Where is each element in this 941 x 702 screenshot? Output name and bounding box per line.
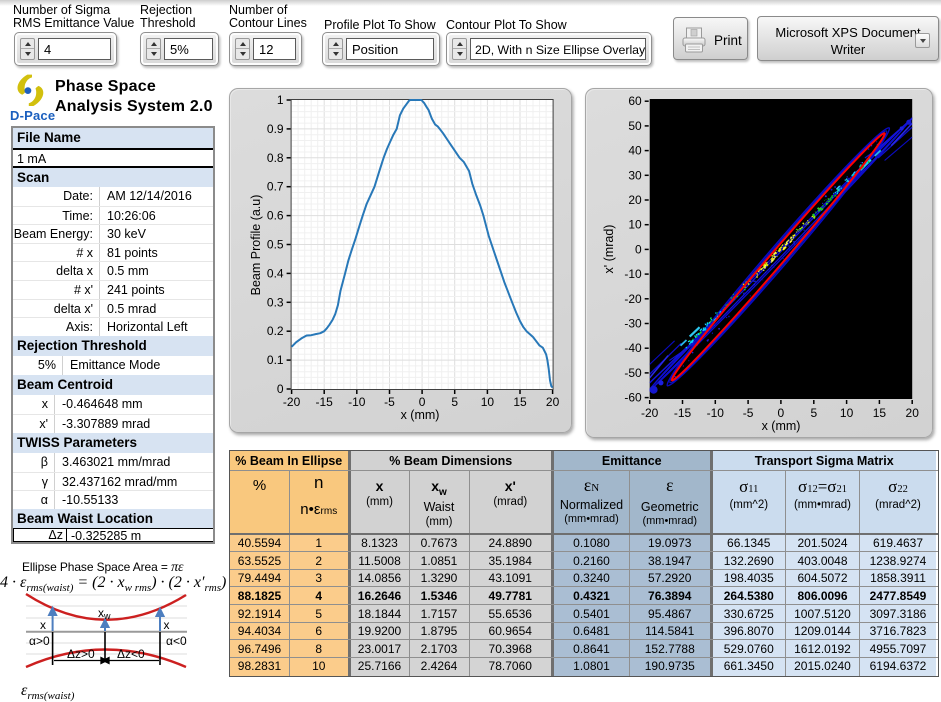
svg-text:Δz>0: Δz>0: [67, 647, 95, 661]
svg-text:xw: xw: [98, 606, 111, 621]
svg-text:-10: -10: [624, 267, 642, 281]
svg-text:60: 60: [628, 94, 642, 108]
svg-text:0.9: 0.9: [267, 122, 284, 136]
svg-text:x: x: [40, 618, 46, 632]
svg-text:-60: -60: [624, 391, 642, 405]
svg-text:x (mm): x (mm): [762, 419, 801, 433]
svg-text:x' (mrad): x' (mrad): [602, 225, 616, 274]
svg-text:x: x: [164, 618, 170, 632]
svg-text:α>0: α>0: [29, 634, 50, 648]
svg-text:-15: -15: [316, 395, 334, 409]
svg-text:-40: -40: [624, 341, 642, 355]
svg-text:0: 0: [635, 242, 642, 256]
svg-text:10: 10: [481, 395, 495, 409]
svg-text:-50: -50: [624, 366, 642, 380]
svg-text:15: 15: [513, 395, 527, 409]
svg-text:0.2: 0.2: [267, 324, 284, 338]
svg-text:-20: -20: [283, 395, 301, 409]
svg-text:5: 5: [810, 406, 817, 420]
svg-text:-10: -10: [707, 406, 725, 420]
svg-text:0.7: 0.7: [267, 180, 284, 194]
svg-text:0.4: 0.4: [267, 266, 284, 280]
svg-text:0: 0: [277, 382, 284, 396]
svg-text:0.5: 0.5: [267, 238, 284, 252]
svg-text:-20: -20: [624, 292, 642, 306]
svg-text:Δz<0: Δz<0: [117, 647, 145, 661]
svg-text:10: 10: [628, 218, 642, 232]
svg-text:Beam Profile (a.u): Beam Profile (a.u): [249, 195, 263, 296]
svg-text:0: 0: [778, 406, 785, 420]
svg-text:50: 50: [628, 119, 642, 133]
svg-text:α<0: α<0: [166, 634, 187, 648]
svg-text:x (mm): x (mm): [401, 408, 440, 422]
svg-text:-15: -15: [674, 406, 692, 420]
svg-text:5: 5: [451, 395, 458, 409]
svg-text:30: 30: [628, 168, 642, 182]
svg-text:1: 1: [277, 93, 284, 107]
svg-text:20: 20: [546, 395, 560, 409]
svg-text:20: 20: [628, 193, 642, 207]
svg-text:0: 0: [419, 395, 426, 409]
svg-text:10: 10: [840, 406, 854, 420]
svg-text:40: 40: [628, 144, 642, 158]
svg-text:-20: -20: [641, 406, 659, 420]
svg-text:0.6: 0.6: [267, 209, 284, 223]
svg-text:0.1: 0.1: [267, 353, 284, 367]
svg-text:0.8: 0.8: [267, 151, 284, 165]
svg-text:15: 15: [873, 406, 887, 420]
svg-text:20: 20: [906, 406, 920, 420]
svg-text:-30: -30: [624, 317, 642, 331]
svg-text:0.3: 0.3: [267, 295, 284, 309]
svg-text:-10: -10: [348, 395, 366, 409]
svg-text:-5: -5: [743, 406, 754, 420]
svg-text:-5: -5: [384, 395, 395, 409]
